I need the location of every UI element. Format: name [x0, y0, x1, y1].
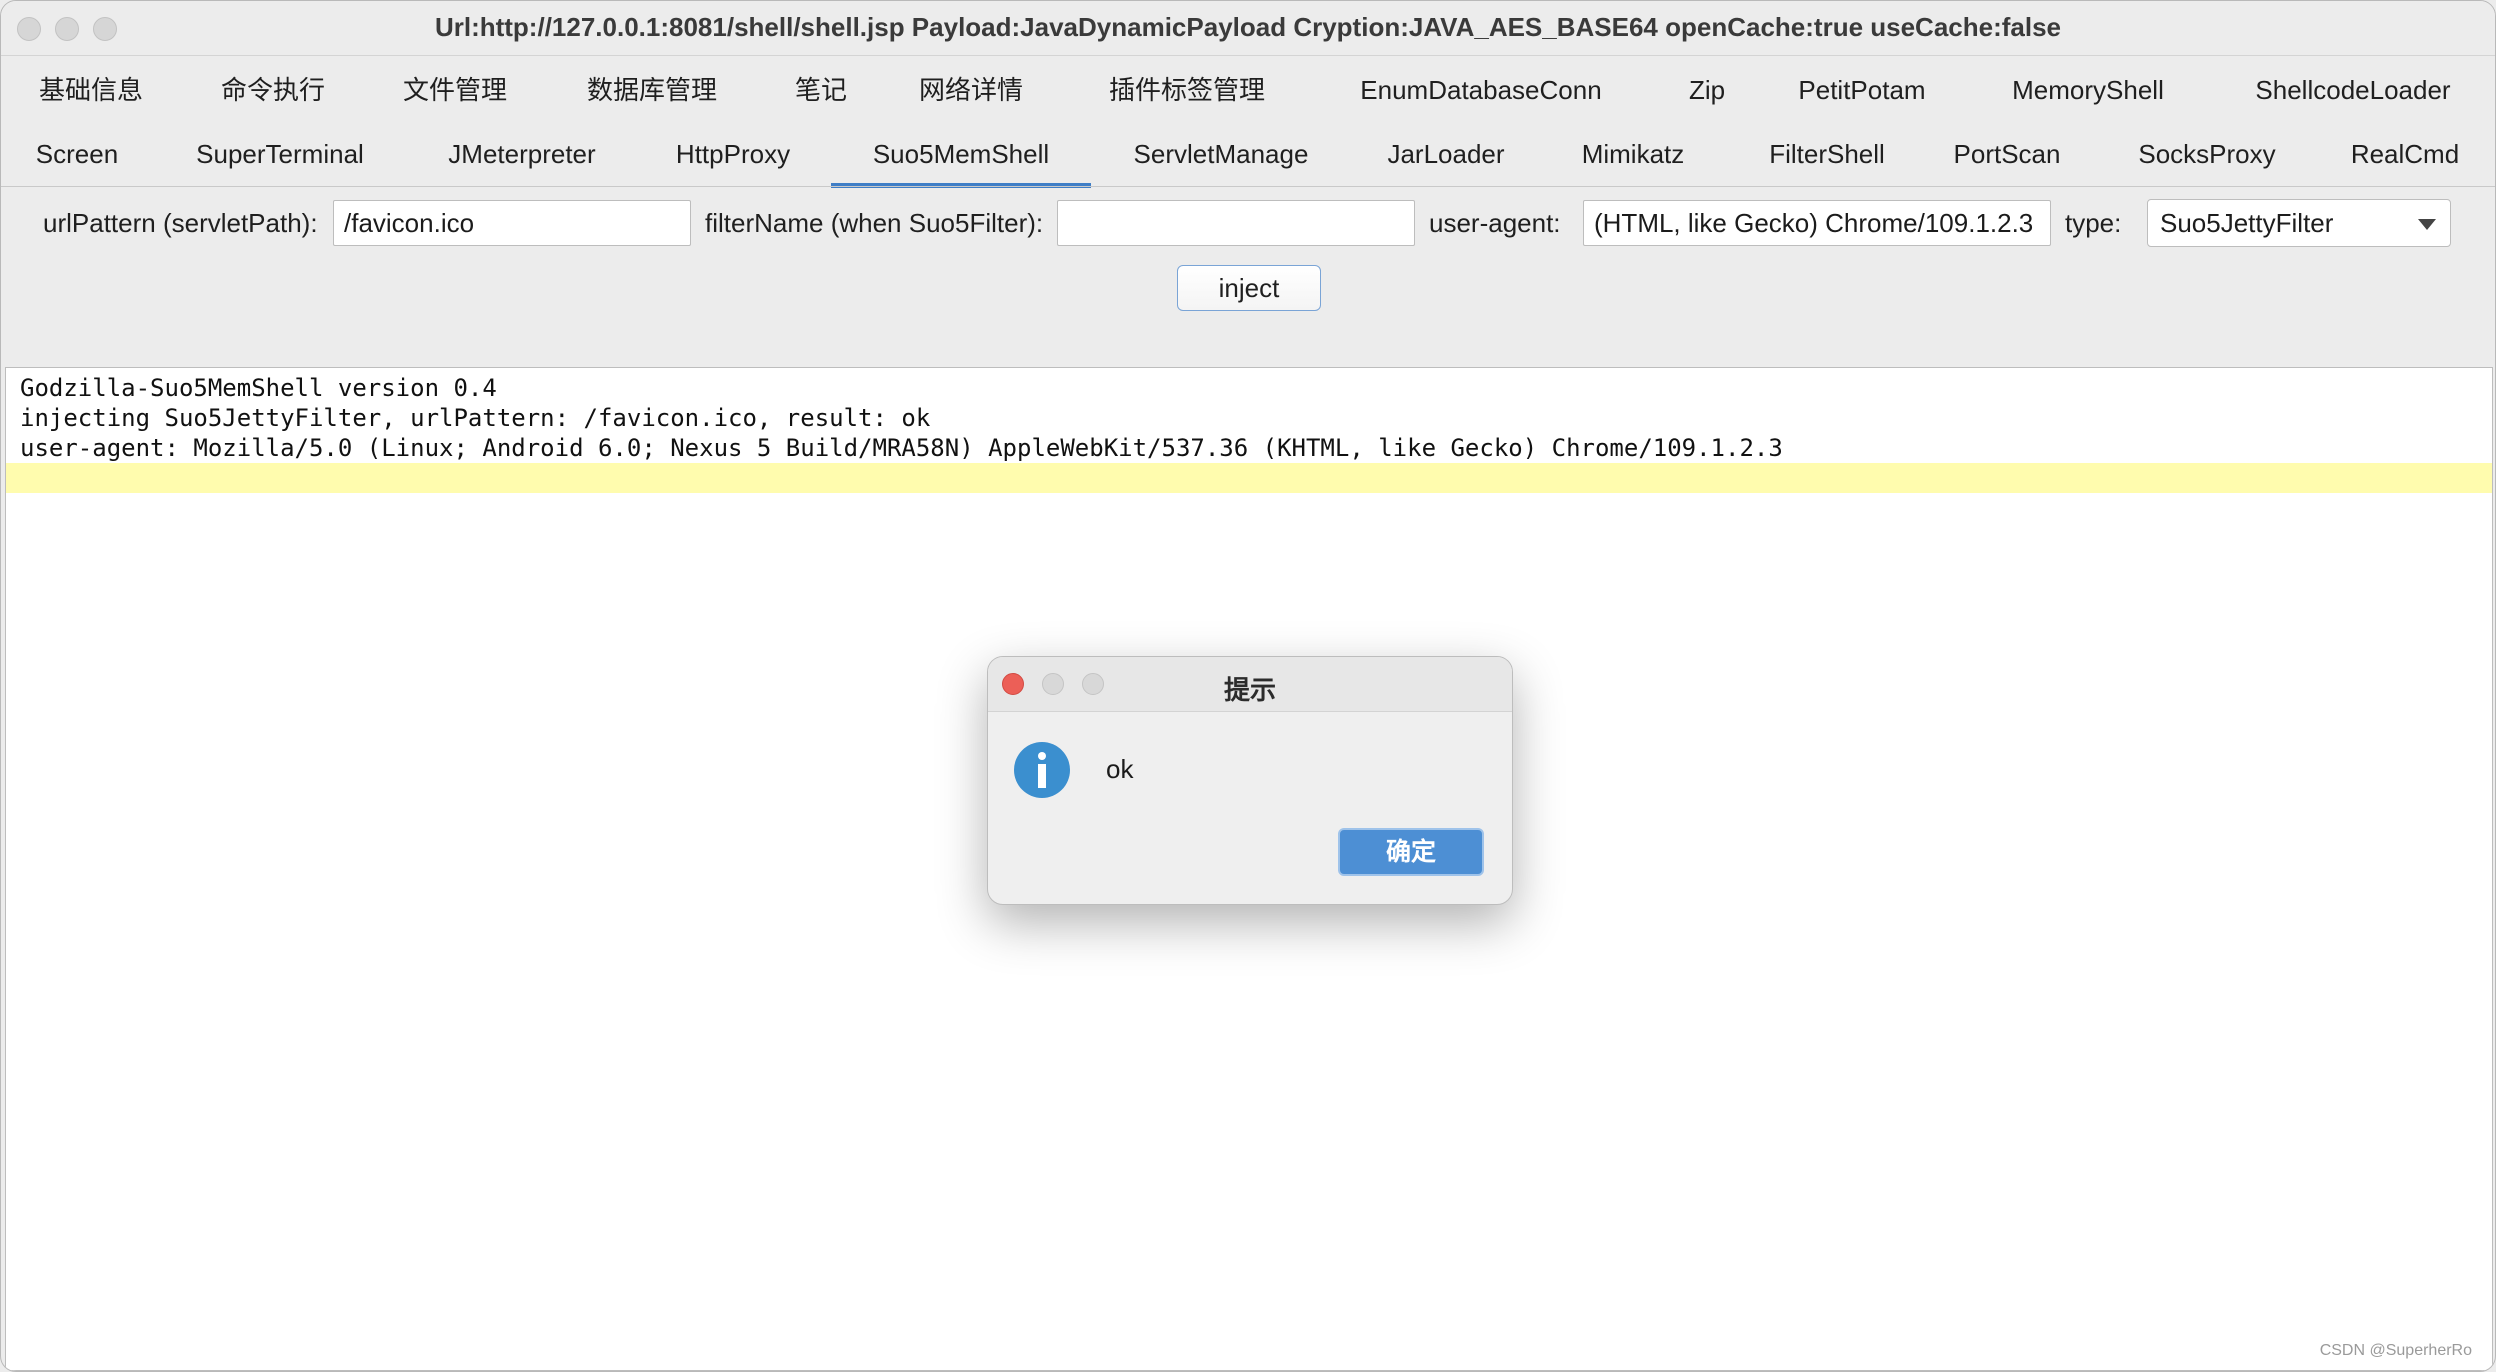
tab-realcmd[interactable]: RealCmd: [2335, 122, 2475, 186]
title-bar: Url:http://127.0.0.1:8081/shell/shell.js…: [1, 1, 2495, 56]
tab-basic-info[interactable]: 基础信息: [31, 58, 151, 122]
tab-enum-database-conn[interactable]: EnumDatabaseConn: [1351, 58, 1611, 122]
ok-button[interactable]: 确定: [1338, 828, 1484, 876]
inject-button[interactable]: inject: [1177, 265, 1321, 311]
info-icon: [1014, 742, 1070, 798]
console-line: injecting Suo5JettyFilter, urlPattern: /…: [20, 404, 931, 432]
url-pattern-label: urlPattern (servletPath):: [43, 208, 318, 238]
console-line: Godzilla-Suo5MemShell version 0.4: [20, 374, 497, 402]
tab-mimikatz[interactable]: Mimikatz: [1573, 122, 1693, 186]
tab-notes[interactable]: 笔记: [781, 58, 861, 122]
tab-shellcodeloader[interactable]: ShellcodeLoader: [2245, 58, 2461, 122]
tab-suo5memshell[interactable]: Suo5MemShell: [831, 122, 1091, 188]
user-agent-label: user-agent:: [1429, 208, 1561, 238]
tab-zip[interactable]: Zip: [1673, 58, 1741, 122]
current-line-highlight: [6, 463, 2492, 493]
url-pattern-input[interactable]: /favicon.ico: [333, 200, 691, 246]
type-label: type:: [2065, 208, 2122, 238]
tabs-divider: [1, 186, 2495, 187]
dialog-title: 提示: [1223, 675, 1276, 705]
tab-plugin-tag-manager[interactable]: 插件标签管理: [1097, 58, 1277, 122]
tab-file-manager[interactable]: 文件管理: [395, 58, 515, 122]
tab-servletmanage[interactable]: ServletManage: [1125, 122, 1317, 186]
tab-superterminal[interactable]: SuperTerminal: [183, 122, 377, 186]
user-agent-input[interactable]: (HTML, like Gecko) Chrome/109.1.2.3: [1583, 200, 2051, 246]
tab-row-2: Screen SuperTerminal JMeterpreter HttpPr…: [1, 122, 2495, 188]
tab-socksproxy[interactable]: SocksProxy: [2127, 122, 2287, 186]
tab-memoryshell[interactable]: MemoryShell: [2003, 58, 2173, 122]
watermark: CSDN @SuperherRo: [2319, 1342, 2472, 1359]
filter-name-input[interactable]: [1057, 200, 1415, 246]
app-window: Url:http://127.0.0.1:8081/shell/shell.js…: [0, 0, 2496, 1372]
window-title: Url:http://127.0.0.1:8081/shell/shell.js…: [434, 12, 2062, 42]
tab-filtershell[interactable]: FilterShell: [1753, 122, 1901, 186]
tab-httpproxy[interactable]: HttpProxy: [661, 122, 805, 186]
filter-name-label: filterName (when Suo5Filter):: [705, 208, 1044, 238]
tab-screen[interactable]: Screen: [25, 122, 129, 186]
tab-network-details[interactable]: 网络详情: [907, 58, 1035, 122]
tab-command-exec[interactable]: 命令执行: [213, 58, 333, 122]
type-select-value: Suo5JettyFilter: [2160, 208, 2334, 238]
alert-dialog: 提示 ok 确定: [987, 656, 1513, 905]
tab-jarloader[interactable]: JarLoader: [1379, 122, 1513, 186]
tab-portscan[interactable]: PortScan: [1945, 122, 2069, 186]
type-select[interactable]: Suo5JettyFilter: [2147, 199, 2451, 247]
tab-row-1: 基础信息 命令执行 文件管理 数据库管理 笔记 网络详情 插件标签管理 Enum…: [1, 58, 2495, 122]
console-line: user-agent: Mozilla/5.0 (Linux; Android …: [20, 434, 1783, 462]
tab-petitpotam[interactable]: PetitPotam: [1789, 58, 1935, 122]
chevron-down-icon: [2418, 219, 2436, 230]
tab-database-manager[interactable]: 数据库管理: [577, 58, 727, 122]
tab-jmeterpreter[interactable]: JMeterpreter: [439, 122, 605, 186]
dialog-title-bar: 提示: [988, 657, 1512, 712]
dialog-message: ok: [1106, 754, 1134, 784]
